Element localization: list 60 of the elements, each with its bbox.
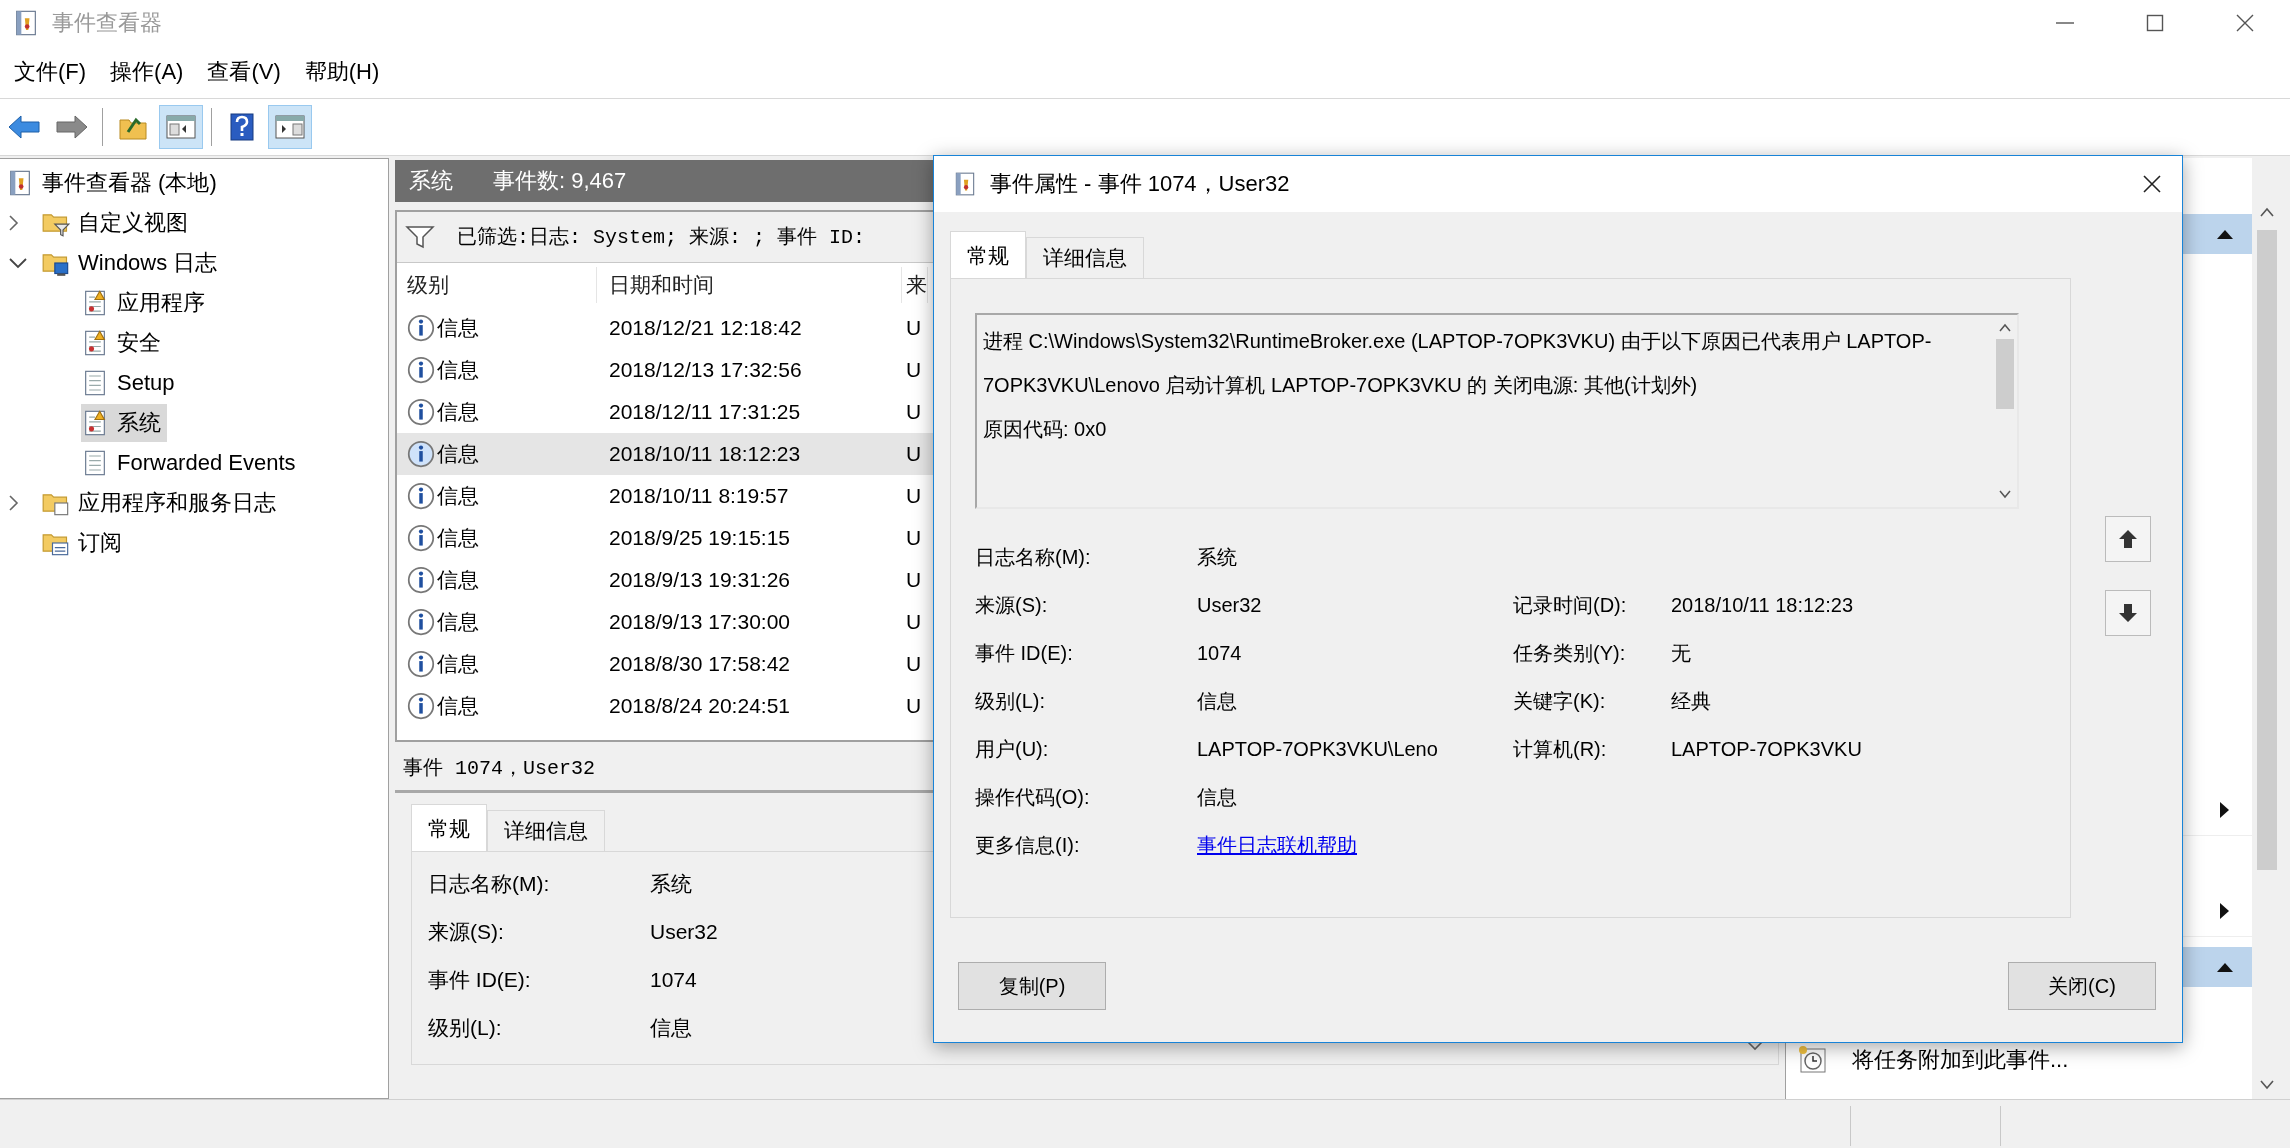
- field-value: 系统: [1197, 544, 1237, 570]
- table-cell-text: U: [905, 651, 922, 676]
- field-label: 级别(L):: [975, 688, 1045, 714]
- table-cell-text: 信息: [437, 608, 479, 635]
- dialog-title: 事件属性 - 事件 1074，User32: [990, 170, 1290, 198]
- field-value: 1074: [650, 966, 697, 993]
- table-cell-text: U: [905, 357, 922, 382]
- table-cell-text: 信息: [437, 482, 479, 509]
- table-cell-text: 信息: [437, 650, 479, 677]
- table-cell-text: U: [905, 609, 922, 634]
- field-label: 来源(S):: [975, 592, 1048, 618]
- table-cell-text: 2018/10/11 8:19:57: [608, 483, 790, 508]
- field-label: 记录时间(D):: [1513, 592, 1627, 618]
- table-cell-text: 2018/8/24 20:24:51: [608, 693, 791, 718]
- table-cell-text: 2018/12/11 17:31:25: [608, 399, 802, 424]
- table-cell-text: 信息: [437, 692, 479, 719]
- window-title: 事件查看器: [52, 9, 162, 37]
- field-value: 信息: [1197, 688, 1237, 714]
- field-label: 任务类别(Y):: [1513, 640, 1626, 666]
- field-label: 事件 ID(E):: [975, 640, 1073, 666]
- field-label: 更多信息(I):: [975, 832, 1080, 858]
- field-label: 日志名称(M):: [975, 544, 1091, 570]
- table-cell-text: 2018/12/13 17:32:56: [608, 357, 803, 382]
- field-value: 1074: [1197, 640, 1242, 666]
- table-cell-text: U: [905, 483, 922, 508]
- table-cell-text: 信息: [437, 524, 479, 551]
- filter-text: 已筛选:日志: System; 来源: ; 事件 ID:: [457, 225, 866, 251]
- field-label: 来源(S):: [428, 918, 504, 945]
- table-cell-text: 信息: [437, 314, 479, 341]
- table-cell-text: U: [905, 399, 922, 424]
- event-count: 事件数: 9,467: [493, 166, 627, 195]
- field-label: 事件 ID(E):: [428, 966, 531, 993]
- field-value: 经典: [1671, 688, 1711, 714]
- field-label: 关键字(K):: [1513, 688, 1606, 714]
- field-value: 信息: [650, 1014, 692, 1041]
- table-cell-text: 2018/10/11 18:12:23: [608, 441, 802, 466]
- table-cell-text: 信息: [437, 356, 479, 383]
- table-cell-text: U: [905, 567, 922, 592]
- pane-title: 系统: [409, 166, 453, 195]
- field-value: User32: [1197, 592, 1262, 618]
- field-value: User32: [650, 918, 718, 945]
- table-cell-text: 2018/9/13 17:30:00: [608, 609, 791, 634]
- table-cell-text: 2018/12/21 12:18:42: [608, 315, 803, 340]
- message-text: 进程 C:\Windows\System32\RuntimeBroker.exe (LAPTOP-7OPK3VKU) 由于以下原因已代表用户 LAPTOP-7OPK3VKU\Lenovo 启动计算机 LAPTOP-7OPK3VKU 的 关闭电源: 其他(计划外): [983, 329, 1933, 398]
- table-cell-text: 信息: [437, 398, 479, 425]
- table-cell-text: 信息: [437, 440, 479, 467]
- field-value: 2018/10/11 18:12:23: [1671, 592, 1854, 618]
- table-cell-text: U: [905, 315, 922, 340]
- field-value: 无: [1671, 640, 1691, 666]
- table-cell-text: 2018/9/25 19:15:15: [608, 525, 791, 550]
- field-label: 级别(L):: [428, 1014, 502, 1041]
- message-text: 原因代码: 0x0: [983, 417, 1108, 442]
- table-cell-text: 2018/8/30 17:58:42: [608, 651, 791, 676]
- table-cell-text: U: [905, 693, 922, 718]
- field-value: 系统: [650, 870, 692, 897]
- table-cell-text: 2018/9/13 19:31:26: [608, 567, 791, 592]
- table-cell-text: U: [905, 525, 922, 550]
- table-cell-text: U: [905, 441, 922, 466]
- table-cell-text: 信息: [437, 566, 479, 593]
- field-label: 日志名称(M):: [428, 870, 550, 897]
